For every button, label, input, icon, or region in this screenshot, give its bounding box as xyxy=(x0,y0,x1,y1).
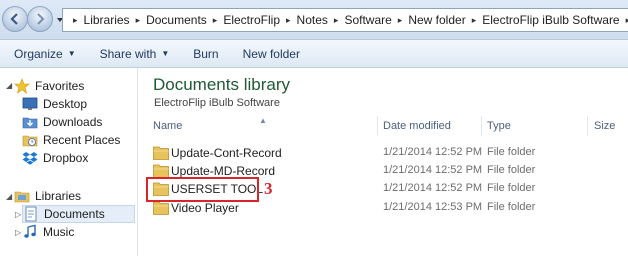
share-with-label: Share with xyxy=(99,46,157,61)
folder-icon xyxy=(153,146,169,160)
music-icon xyxy=(24,224,36,238)
address-breadcrumb[interactable]: ▸ Libraries ▸ Documents ▸ ElectroFlip ▸ … xyxy=(62,8,628,32)
breadcrumb-libraries[interactable]: Libraries xyxy=(81,13,133,27)
command-bar: Organize ▼ Share with ▼ Burn New folder xyxy=(0,40,628,68)
folder-icon xyxy=(153,164,169,178)
nav-item-label: Music xyxy=(43,225,75,239)
collapse-triangle-icon[interactable]: ◢ xyxy=(6,192,12,201)
organize-label: Organize xyxy=(14,46,63,61)
file-name: Update-MD-Record xyxy=(171,164,276,178)
breadcrumb-notes[interactable]: Notes xyxy=(294,13,331,27)
nav-libraries-label: Libraries xyxy=(35,189,82,203)
file-date: 1/21/2014 12:52 PM xyxy=(383,146,483,158)
step-number-annotation: 3 xyxy=(264,179,273,198)
back-arrow-icon xyxy=(10,13,18,25)
expand-triangle-icon[interactable]: ▷ xyxy=(15,210,21,219)
file-name: Video Player xyxy=(171,201,239,215)
navigation-pane: ◢ Favorites Desktop Downloads Recent Pla… xyxy=(0,68,138,256)
file-name: Update-Cont-Record xyxy=(171,146,282,160)
breadcrumb-documents[interactable]: Documents xyxy=(143,13,210,27)
nav-favorites-label: Favorites xyxy=(35,79,85,93)
column-header-size[interactable]: Size xyxy=(594,120,615,132)
column-divider[interactable] xyxy=(481,116,482,136)
breadcrumb-separator-icon[interactable]: ▸ xyxy=(469,15,480,26)
file-type: File folder xyxy=(487,201,536,213)
address-bar-row: ▸ Libraries ▸ Documents ▸ ElectroFlip ▸ … xyxy=(0,0,628,40)
breadcrumb-separator-icon[interactable]: ▸ xyxy=(283,15,294,26)
nav-item-label: Documents xyxy=(44,207,105,221)
breadcrumb-separator-icon[interactable]: ▸ xyxy=(210,15,221,26)
new-folder-label: New folder xyxy=(242,46,300,61)
column-header-name[interactable]: Name xyxy=(153,120,182,132)
collapse-triangle-icon[interactable]: ◢ xyxy=(6,81,12,90)
new-folder-button[interactable]: New folder xyxy=(243,47,300,61)
nav-item-label: Desktop xyxy=(43,97,88,111)
library-title: Documents library xyxy=(153,75,290,94)
breadcrumb-separator-icon[interactable]: ▸ xyxy=(623,15,628,26)
file-date: 1/21/2014 12:52 PM xyxy=(383,182,483,194)
file-type: File folder xyxy=(487,164,536,176)
folder-icon xyxy=(153,201,169,215)
file-date: 1/21/2014 12:53 PM xyxy=(383,201,483,213)
file-type: File folder xyxy=(487,146,536,158)
nav-item-dropbox[interactable]: Dropbox xyxy=(22,149,88,167)
nav-item-downloads[interactable]: Downloads xyxy=(22,113,102,131)
forward-button[interactable] xyxy=(27,6,53,32)
nav-item-music[interactable]: Music xyxy=(22,223,74,241)
nav-item-label: Recent Places xyxy=(43,133,121,147)
sort-ascending-icon: ▲ xyxy=(259,116,267,125)
highlight-callout-box xyxy=(146,177,259,202)
chevron-down-icon: ▼ xyxy=(161,49,170,58)
nav-item-label: Dropbox xyxy=(43,151,89,165)
share-with-button[interactable]: Share with ▼ xyxy=(100,47,170,61)
nav-favorites[interactable]: Favorites xyxy=(14,77,84,95)
nav-item-recent-places[interactable]: Recent Places xyxy=(22,131,120,149)
breadcrumb-software[interactable]: Software xyxy=(341,13,394,27)
nav-item-label: Downloads xyxy=(43,115,103,129)
column-header-type[interactable]: Type xyxy=(487,120,511,132)
column-divider[interactable] xyxy=(587,116,588,136)
nav-item-desktop[interactable]: Desktop xyxy=(22,95,87,113)
desktop-icon xyxy=(22,97,38,110)
organize-button[interactable]: Organize ▼ xyxy=(14,47,76,61)
column-header-date-modified[interactable]: Date modified xyxy=(383,120,451,132)
nav-item-documents[interactable]: Documents xyxy=(22,205,135,223)
file-type: File folder xyxy=(487,182,536,194)
forward-arrow-icon xyxy=(37,13,45,25)
breadcrumb-new-folder[interactable]: New folder xyxy=(405,13,468,27)
breadcrumb-electroflip[interactable]: ElectroFlip xyxy=(220,13,283,27)
file-list-pane: Documents library ElectroFlip iBulb Soft… xyxy=(139,68,628,256)
star-icon xyxy=(14,78,30,94)
recent-places-icon xyxy=(22,135,38,147)
library-subtitle[interactable]: ElectroFlip iBulb Software xyxy=(154,97,280,109)
burn-label: Burn xyxy=(193,46,219,61)
chevron-down-icon: ▼ xyxy=(67,49,76,58)
breadcrumb-separator-icon[interactable]: ▸ xyxy=(331,15,342,26)
burn-button[interactable]: Burn xyxy=(193,47,218,61)
back-button[interactable] xyxy=(2,6,28,32)
breadcrumb-separator-icon[interactable]: ▸ xyxy=(70,15,81,26)
breadcrumb-separator-icon[interactable]: ▸ xyxy=(133,15,144,26)
file-date: 1/21/2014 12:52 PM xyxy=(383,164,483,176)
breadcrumb-current-folder[interactable]: ElectroFlip iBulb Software xyxy=(479,13,622,27)
documents-icon xyxy=(25,206,37,222)
expand-triangle-icon[interactable]: ▷ xyxy=(15,228,21,237)
dropbox-icon xyxy=(22,152,38,165)
breadcrumb-separator-icon[interactable]: ▸ xyxy=(395,15,406,26)
column-divider[interactable] xyxy=(377,116,378,136)
nav-libraries[interactable]: Libraries xyxy=(14,187,81,205)
libraries-icon xyxy=(14,191,30,203)
downloads-icon xyxy=(22,117,38,129)
file-row[interactable]: Update-Cont-Record 1/21/2014 12:52 PM Fi… xyxy=(139,144,628,162)
